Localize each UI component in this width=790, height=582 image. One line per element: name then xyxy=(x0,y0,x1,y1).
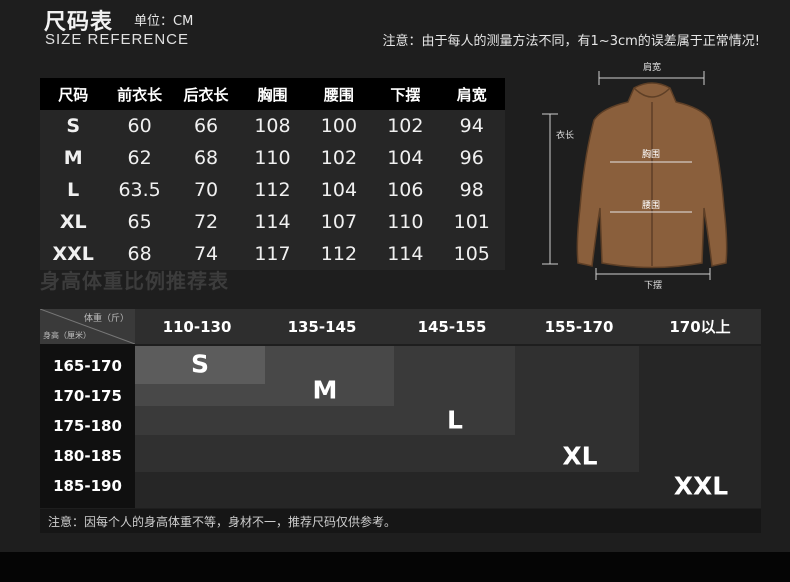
weight-header: 145-155 xyxy=(385,309,519,344)
table-cell: 100 xyxy=(305,110,373,142)
corner-weight-label: 体重（斤） xyxy=(83,314,129,324)
weight-height-chart: 体重（斤） 身高（厘米） 110-130 135-145 145-155 155… xyxy=(40,309,761,508)
table-cell: 105 xyxy=(438,238,505,270)
height-label: 175-180 xyxy=(53,417,122,435)
table-cell: 66 xyxy=(172,110,240,142)
table-row: M 62 68 110 102 104 96 xyxy=(40,142,505,174)
chart-grid: S M L XL XXL xyxy=(135,346,761,508)
page-subtitle: SIZE REFERENCE xyxy=(45,31,190,48)
height-label: 165-170 xyxy=(53,357,122,375)
size-cell: L xyxy=(40,174,107,206)
height-label: 180-185 xyxy=(53,447,122,465)
table-row: S 60 66 108 100 102 94 xyxy=(40,110,505,142)
table-cell: 70 xyxy=(172,174,240,206)
table-cell: 102 xyxy=(372,110,439,142)
size-band-xxl xyxy=(135,472,761,508)
column-header: 前衣长 xyxy=(106,78,173,110)
height-label: 185-190 xyxy=(53,477,122,495)
size-label-m: M xyxy=(312,375,338,405)
table-cell: 114 xyxy=(239,206,306,238)
table-cell: 108 xyxy=(239,110,306,142)
waist-label: 腰围 xyxy=(642,200,660,211)
size-cell: M xyxy=(40,142,107,174)
table-cell: 104 xyxy=(305,174,373,206)
hem-label: 下摆 xyxy=(644,279,662,291)
table-cell: 102 xyxy=(305,142,373,174)
size-table: 尺码 前衣长 后衣长 胸围 腰围 下摆 肩宽 S 60 66 108 100 1… xyxy=(40,78,505,270)
height-column: 165-170 170-175 175-180 180-185 185-190 xyxy=(40,344,135,508)
size-cell: S xyxy=(40,110,107,142)
table-cell: 117 xyxy=(239,238,306,270)
shoulder-label: 肩宽 xyxy=(643,61,661,73)
weight-header: 135-145 xyxy=(259,309,385,344)
column-header: 后衣长 xyxy=(172,78,240,110)
table-cell: 98 xyxy=(438,174,505,206)
table-row: XL 65 72 114 107 110 101 xyxy=(40,206,505,238)
table-cell: 65 xyxy=(106,206,173,238)
table-cell: 106 xyxy=(372,174,439,206)
jacket-icon: 肩宽 衣长 胸围 腰围 下摆 xyxy=(542,61,728,291)
table-cell: 110 xyxy=(372,206,439,238)
size-cell: XL xyxy=(40,206,107,238)
chart-corner: 体重（斤） 身高（厘米） xyxy=(40,309,135,344)
table-row: L 63.5 70 112 104 106 98 xyxy=(40,174,505,206)
table-cell: 110 xyxy=(239,142,306,174)
height-label: 170-175 xyxy=(53,387,122,405)
size-chart-panel: 尺码表 单位：CM SIZE REFERENCE 注意：由于每人的测量方法不同，… xyxy=(0,0,790,552)
size-label-xl: XL xyxy=(562,441,598,471)
chest-label: 胸围 xyxy=(642,148,660,160)
size-label-s: S xyxy=(190,349,210,379)
table-cell: 62 xyxy=(106,142,173,174)
table-cell: 104 xyxy=(372,142,439,174)
size-table-header: 尺码 前衣长 后衣长 胸围 腰围 下摆 肩宽 xyxy=(40,78,505,110)
jacket-diagram: 肩宽 衣长 胸围 腰围 下摆 xyxy=(534,58,764,298)
column-header: 肩宽 xyxy=(438,78,505,110)
table-cell: 60 xyxy=(106,110,173,142)
size-label-l: L xyxy=(447,405,463,435)
table-cell: 68 xyxy=(172,142,240,174)
table-cell: 112 xyxy=(239,174,306,206)
size-label-xxl: XXL xyxy=(673,471,729,501)
table-cell: 107 xyxy=(305,206,373,238)
length-label: 衣长 xyxy=(556,129,574,141)
footer-note: 注意：因每个人的身高体重不等，身材不一，推荐尺码仅供参考。 xyxy=(40,509,761,533)
column-header: 尺码 xyxy=(40,78,107,110)
table-cell: 72 xyxy=(172,206,240,238)
corner-height-label: 身高（厘米） xyxy=(43,331,91,340)
table-cell: 114 xyxy=(372,238,439,270)
weight-header: 155-170 xyxy=(519,309,639,344)
measurement-note: 注意：由于每人的测量方法不同，有1~3cm的误差属于正常情况! xyxy=(382,34,760,49)
weight-chart-title: 身高体重比例推荐表 xyxy=(40,269,229,293)
unit-label: 单位：CM xyxy=(134,14,194,29)
table-cell: 101 xyxy=(438,206,505,238)
column-header: 下摆 xyxy=(372,78,439,110)
table-cell: 94 xyxy=(438,110,505,142)
weight-header: 110-130 xyxy=(135,309,259,344)
table-cell: 96 xyxy=(438,142,505,174)
table-cell: 63.5 xyxy=(106,174,173,206)
column-header: 胸围 xyxy=(239,78,306,110)
weight-header: 170以上 xyxy=(639,309,761,344)
column-header: 腰围 xyxy=(305,78,373,110)
table-cell: 112 xyxy=(305,238,373,270)
